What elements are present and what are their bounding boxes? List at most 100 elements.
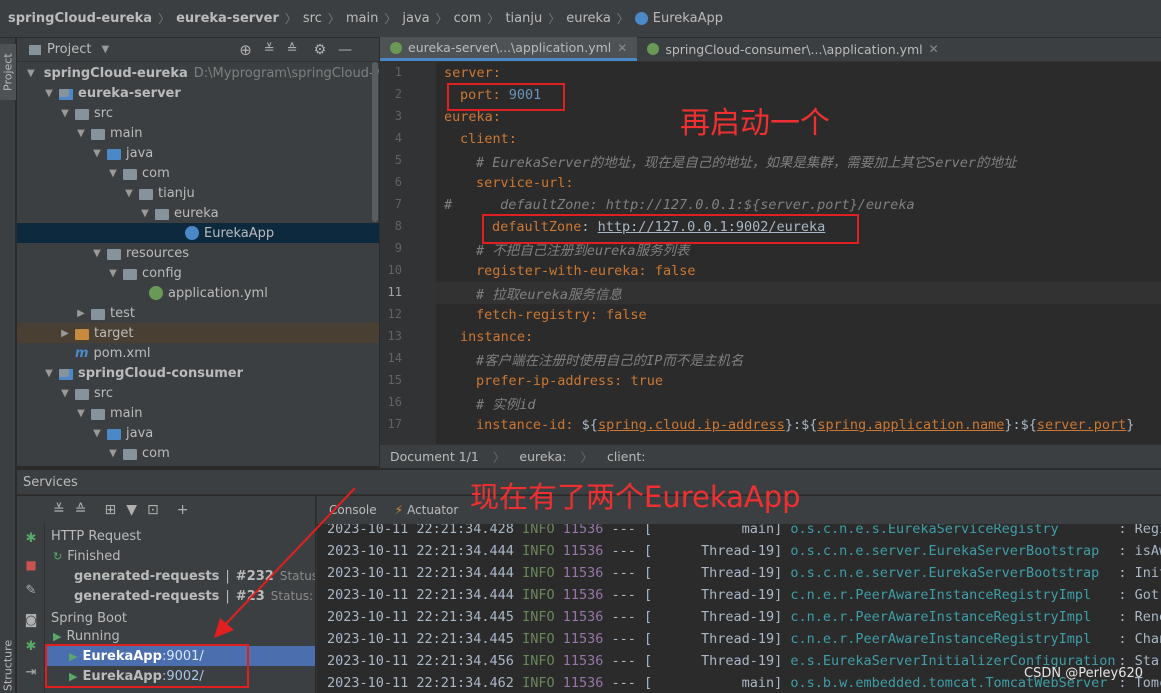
chevron-down-icon[interactable]: ▼	[43, 88, 55, 99]
stop-icon[interactable]: ■	[24, 558, 38, 572]
chevron-down-icon[interactable]: ▼	[107, 448, 119, 459]
tree-item-main[interactable]: ▼ main	[17, 123, 379, 143]
chevron-down-icon[interactable]: ▼	[123, 188, 135, 199]
tree-item-src[interactable]: ▼ src	[17, 383, 379, 403]
tree-item-label: springCloud-eureka	[43, 65, 188, 81]
tree-item-com[interactable]: ▼ com	[17, 163, 379, 183]
close-icon[interactable]: ✕	[617, 41, 627, 55]
chevron-down-icon[interactable]: ▼	[107, 168, 119, 179]
tree-item-target[interactable]: ▶ target	[17, 323, 379, 343]
tree-item-resources[interactable]: ▼ resources	[17, 243, 379, 263]
wrench-icon[interactable]: ✎	[24, 584, 38, 598]
chevron-down-icon[interactable]: ▼	[91, 428, 103, 439]
collapse-all-icon[interactable]: ≙	[75, 502, 87, 518]
chevron-down-icon[interactable]: ▼	[91, 248, 103, 259]
breadcrumb-item[interactable]: java	[402, 11, 429, 26]
gear-icon[interactable]: ⚙	[314, 42, 327, 58]
project-panel-title[interactable]: Project	[47, 42, 91, 57]
chevron-down-icon[interactable]: ▼	[43, 368, 55, 379]
expand-all-icon[interactable]: ≚	[53, 502, 65, 518]
chevron-down-icon[interactable]: ▼	[101, 44, 109, 55]
breadcrumb-item[interactable]: eureka-server	[176, 11, 279, 26]
breadcrumb-item[interactable]: com	[454, 11, 482, 26]
chevron-down-icon[interactable]: ▼	[59, 388, 71, 399]
tab-actuator[interactable]: ⚡ Actuator	[395, 503, 459, 517]
line-number: 5	[394, 153, 402, 167]
camera-icon[interactable]: ◙	[24, 614, 38, 628]
breadcrumb-item[interactable]: tianju	[505, 11, 542, 26]
tree-item-java[interactable]: ▼ java	[17, 423, 379, 443]
filter-icon[interactable]: ▼	[126, 502, 137, 518]
breadcrumb-item[interactable]: src	[303, 11, 322, 26]
locate-icon[interactable]: ⊕	[239, 41, 252, 59]
code-editor[interactable]: server: port: 9001 eureka: client: # Eur…	[436, 62, 1161, 444]
log-timestamp: 2023-10-11 22:21:34.462	[327, 675, 514, 691]
editor-tab-bar: eureka-server\...\application.yml ✕ spri…	[380, 37, 1161, 62]
log-timestamp: 2023-10-11 22:21:34.456	[327, 653, 514, 669]
tree-item-eurekaapp[interactable]: EurekaApp	[17, 223, 379, 243]
placeholder-key[interactable]: spring.cloud.ip-address	[598, 417, 785, 433]
minimize-icon[interactable]: —	[338, 42, 352, 58]
chevron-down-icon[interactable]: ▼	[27, 68, 35, 79]
collapse-all-icon[interactable]: ≙	[287, 42, 298, 57]
yaml-path-item[interactable]: eureka:	[519, 449, 566, 464]
tree-item-label: src	[94, 385, 113, 401]
line-number: 10	[387, 263, 402, 277]
new-tab-icon[interactable]: ⊡	[147, 502, 159, 518]
log-logger: o.s.c.n.e.s.EurekaServiceRegistry	[790, 524, 1059, 537]
tree-item-eureka[interactable]: ▼ eureka	[17, 203, 379, 223]
chevron-down-icon[interactable]: ▼	[59, 108, 71, 119]
module-folder-icon	[59, 88, 73, 100]
tab-eureka-server-application-yml[interactable]: eureka-server\...\application.yml ✕	[380, 37, 638, 61]
chevron-down-icon[interactable]: ▼	[75, 128, 87, 139]
chevron-right-icon[interactable]: ▶	[75, 308, 87, 319]
service-label: generated-requests	[74, 568, 220, 584]
add-icon[interactable]: +	[177, 502, 189, 518]
tree-scrollbar[interactable]	[372, 62, 378, 222]
line-number: 2	[394, 87, 402, 101]
debug-run-icon[interactable]: ✱	[24, 640, 38, 654]
tree-item-tianju[interactable]: ▼ tianju	[17, 183, 379, 203]
close-icon[interactable]: ✕	[929, 42, 939, 56]
expand-all-icon[interactable]: ≚	[264, 42, 275, 57]
tree-item-src[interactable]: ▼ src	[17, 103, 379, 123]
log-level: INFO	[522, 609, 555, 625]
tree-item-pom-xml[interactable]: m pom.xml	[17, 343, 379, 363]
breadcrumb-item[interactable]: main	[346, 11, 378, 26]
chevron-right-icon[interactable]: ▶	[59, 328, 71, 339]
tree-item-springcloud-eureka[interactable]: ▼ springCloud-eureka D:\Myprogram\spring…	[17, 63, 379, 83]
tree-item-test[interactable]: ▶ test	[17, 303, 379, 323]
tab-label: Actuator	[407, 503, 459, 517]
chevron-down-icon[interactable]: ▼	[91, 148, 103, 159]
log-line: 2023-10-11 22:21:34.428 INFO 11536 --- […	[327, 524, 1161, 540]
exit-icon[interactable]: ⇥	[24, 666, 38, 680]
tab-consumer-application-yml[interactable]: springCloud-consumer\...\application.yml…	[637, 37, 948, 61]
tree-item-java[interactable]: ▼ java	[17, 143, 379, 163]
group-icon[interactable]: ⊞	[104, 502, 116, 518]
chevron-down-icon[interactable]: ▼	[75, 408, 87, 419]
tree-item-config[interactable]: ▼ config	[17, 263, 379, 283]
breadcrumb-item[interactable]: eureka	[566, 11, 611, 26]
line-number: 15	[387, 373, 402, 387]
tree-item-com[interactable]: ▼ com	[17, 443, 379, 463]
tree-item-main[interactable]: ▼ main	[17, 403, 379, 423]
tree-item-springcloud-consumer[interactable]: ▼ springCloud-consumer	[17, 363, 379, 383]
chevron-down-icon[interactable]: ▼	[107, 268, 119, 279]
placeholder-key[interactable]: server.port	[1037, 417, 1126, 433]
structure-tool-tab[interactable]: Structure	[0, 634, 16, 693]
line-number: 1	[394, 65, 402, 79]
chevron-down-icon[interactable]: ▼	[139, 208, 151, 219]
tree-item-application-yml[interactable]: application.yml	[17, 283, 379, 303]
breadcrumb-item[interactable]: springCloud-eureka	[8, 11, 152, 26]
project-tool-tab[interactable]: Project	[0, 44, 16, 100]
line-number: 7	[394, 197, 402, 211]
debug-icon[interactable]: ✱	[24, 532, 38, 546]
line-number: 14	[387, 351, 402, 365]
services-title[interactable]: Services	[23, 475, 78, 490]
yaml-path-item[interactable]: client:	[607, 449, 646, 464]
tree-item-eureka-server[interactable]: ▼ eureka-server	[17, 83, 379, 103]
breadcrumb-item[interactable]: EurekaApp	[653, 11, 723, 26]
package-icon	[123, 168, 137, 180]
log-thread: [ Thread-19]	[644, 609, 783, 625]
placeholder-key[interactable]: spring.application.name	[817, 417, 1004, 433]
